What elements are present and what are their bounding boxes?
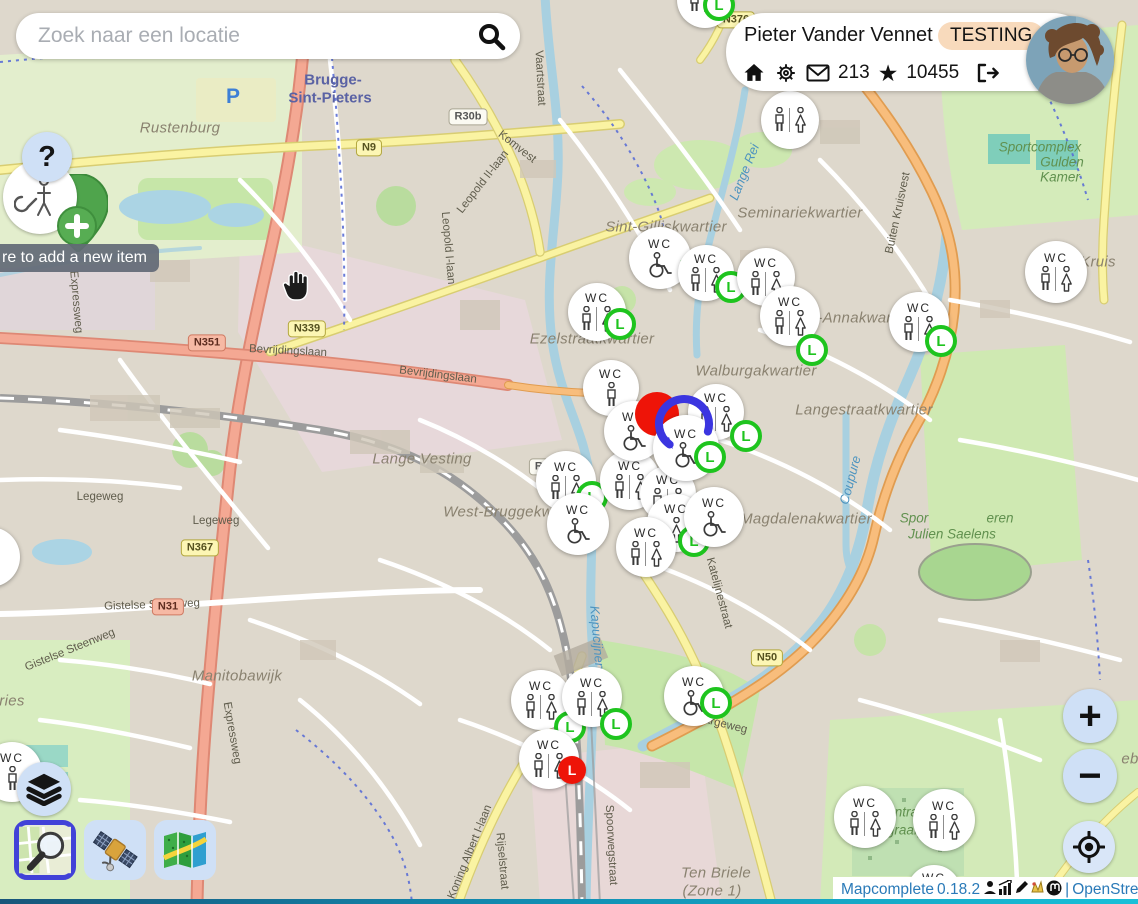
user-name: Pieter Vander Vennet	[744, 24, 933, 47]
help-button[interactable]: ?	[22, 132, 72, 182]
user-avatar[interactable]	[1026, 16, 1114, 104]
wc-text: WC	[634, 527, 658, 539]
add-item-tooltip: re to add a new item	[0, 244, 159, 272]
toilet-pictogram-mf	[773, 310, 808, 336]
wc-text: WC	[585, 292, 609, 304]
home-icon[interactable]	[742, 61, 766, 85]
layers-button[interactable]	[17, 762, 71, 816]
toilet-marker-wheelchair[interactable]: WC	[684, 487, 744, 547]
settings-gear-icon[interactable]	[774, 61, 798, 85]
drag-hand-icon	[278, 266, 314, 309]
toilet-marker-female[interactable]: WC	[0, 527, 20, 587]
wc-text: WC	[754, 257, 778, 269]
community-icon[interactable]	[1046, 880, 1062, 901]
opening-hours-badge: L	[604, 308, 636, 340]
wc-text: WC	[554, 461, 578, 473]
wc-text: WC	[702, 497, 726, 509]
changesets-star-icon[interactable]: ★	[878, 62, 899, 85]
messages-count: 213	[838, 62, 870, 84]
wc-text: WC	[599, 368, 623, 380]
openstreetmap-link[interactable]: OpenStreetMap	[1072, 881, 1138, 899]
wc-text: WC	[778, 296, 802, 308]
background-layer-switcher	[14, 820, 216, 880]
background-option-map[interactable]	[14, 820, 76, 880]
opening-hours-badge: L	[730, 420, 762, 452]
toilet-pictogram-single	[605, 382, 618, 408]
zoom-in-button[interactable]: +	[1063, 689, 1117, 743]
theme-icon[interactable]	[1030, 880, 1045, 900]
toilet-marker-mf[interactable]	[761, 91, 819, 149]
toilet-pictogram-wheelchair	[646, 252, 674, 279]
toilet-marker-wheelchair[interactable]: WC	[547, 493, 609, 555]
opening-hours-badge: L	[700, 687, 732, 719]
wc-text: WC	[682, 676, 706, 688]
user-icon[interactable]	[983, 880, 997, 900]
opening-hours-badge: L	[600, 708, 632, 740]
wc-text: WC	[853, 797, 877, 809]
changesets-count: 10455	[906, 62, 959, 84]
toilet-marker-mf[interactable]: WC	[1025, 241, 1087, 303]
map-marker-layer: WCLWCWCWCWCLWCWCWCLWCWCWCWCLLWC✓WCLWCWCL…	[0, 0, 1138, 904]
wc-text: WC	[932, 800, 956, 812]
toilet-pictogram-mf	[524, 694, 559, 720]
attribution-icons	[983, 880, 1062, 901]
toilet-pictogram-mf	[927, 814, 962, 840]
toilet-pictogram-mf	[848, 811, 883, 837]
wc-text: WC	[0, 537, 2, 549]
toilet-marker-mf[interactable]: WC	[913, 789, 975, 851]
background-option-satellite[interactable]	[84, 820, 146, 880]
toilet-pictogram-mf	[629, 541, 664, 567]
zoom-out-button[interactable]: −	[1063, 749, 1117, 803]
wc-text: WC	[537, 739, 561, 751]
wc-text: WC	[1044, 252, 1068, 264]
attribution-separator: |	[1065, 881, 1069, 899]
search-input[interactable]	[36, 23, 476, 49]
wc-text: WC	[618, 460, 642, 472]
wc-text: WC	[0, 752, 24, 764]
opening-hours-badge: L	[694, 441, 726, 473]
opening-hours-badge: L	[796, 334, 828, 366]
bottom-progress-bar	[0, 899, 1138, 904]
search-icon[interactable]	[476, 21, 506, 51]
geolocate-button[interactable]	[1063, 821, 1115, 873]
wc-text: WC	[648, 238, 672, 250]
opening-hours-badge: L	[925, 325, 957, 357]
logout-icon[interactable]	[975, 61, 999, 85]
wc-text: WC	[566, 504, 590, 516]
toilet-marker-mf[interactable]: WC	[834, 786, 896, 848]
toilet-pictogram-mf	[773, 107, 808, 133]
background-option-osm[interactable]	[154, 820, 216, 880]
wc-text: WC	[907, 302, 931, 314]
toilet-pictogram-wheelchair	[564, 518, 592, 545]
wc-text: WC	[529, 680, 553, 692]
messages-envelope-icon[interactable]	[806, 61, 830, 85]
edit-pencil-icon[interactable]	[1014, 880, 1029, 900]
mapcomplete-app: Brugge-Sint-PietersRustenburgVaartstraat…	[0, 0, 1138, 904]
statistics-icon[interactable]	[998, 880, 1013, 900]
toilet-pictogram-wheelchair	[700, 511, 728, 538]
toilet-pictogram-mf	[1039, 266, 1074, 292]
opening-hours-badge: L	[558, 756, 586, 784]
mapcomplete-version: 0.18.2	[937, 881, 980, 899]
toilet-marker-mf[interactable]: WC	[616, 517, 676, 577]
wc-text: WC	[580, 677, 604, 689]
wc-text: WC	[694, 253, 718, 265]
search-bar	[16, 13, 520, 59]
mapcomplete-link[interactable]: Mapcomplete	[841, 881, 934, 899]
add-plus-icon[interactable]	[57, 206, 97, 246]
